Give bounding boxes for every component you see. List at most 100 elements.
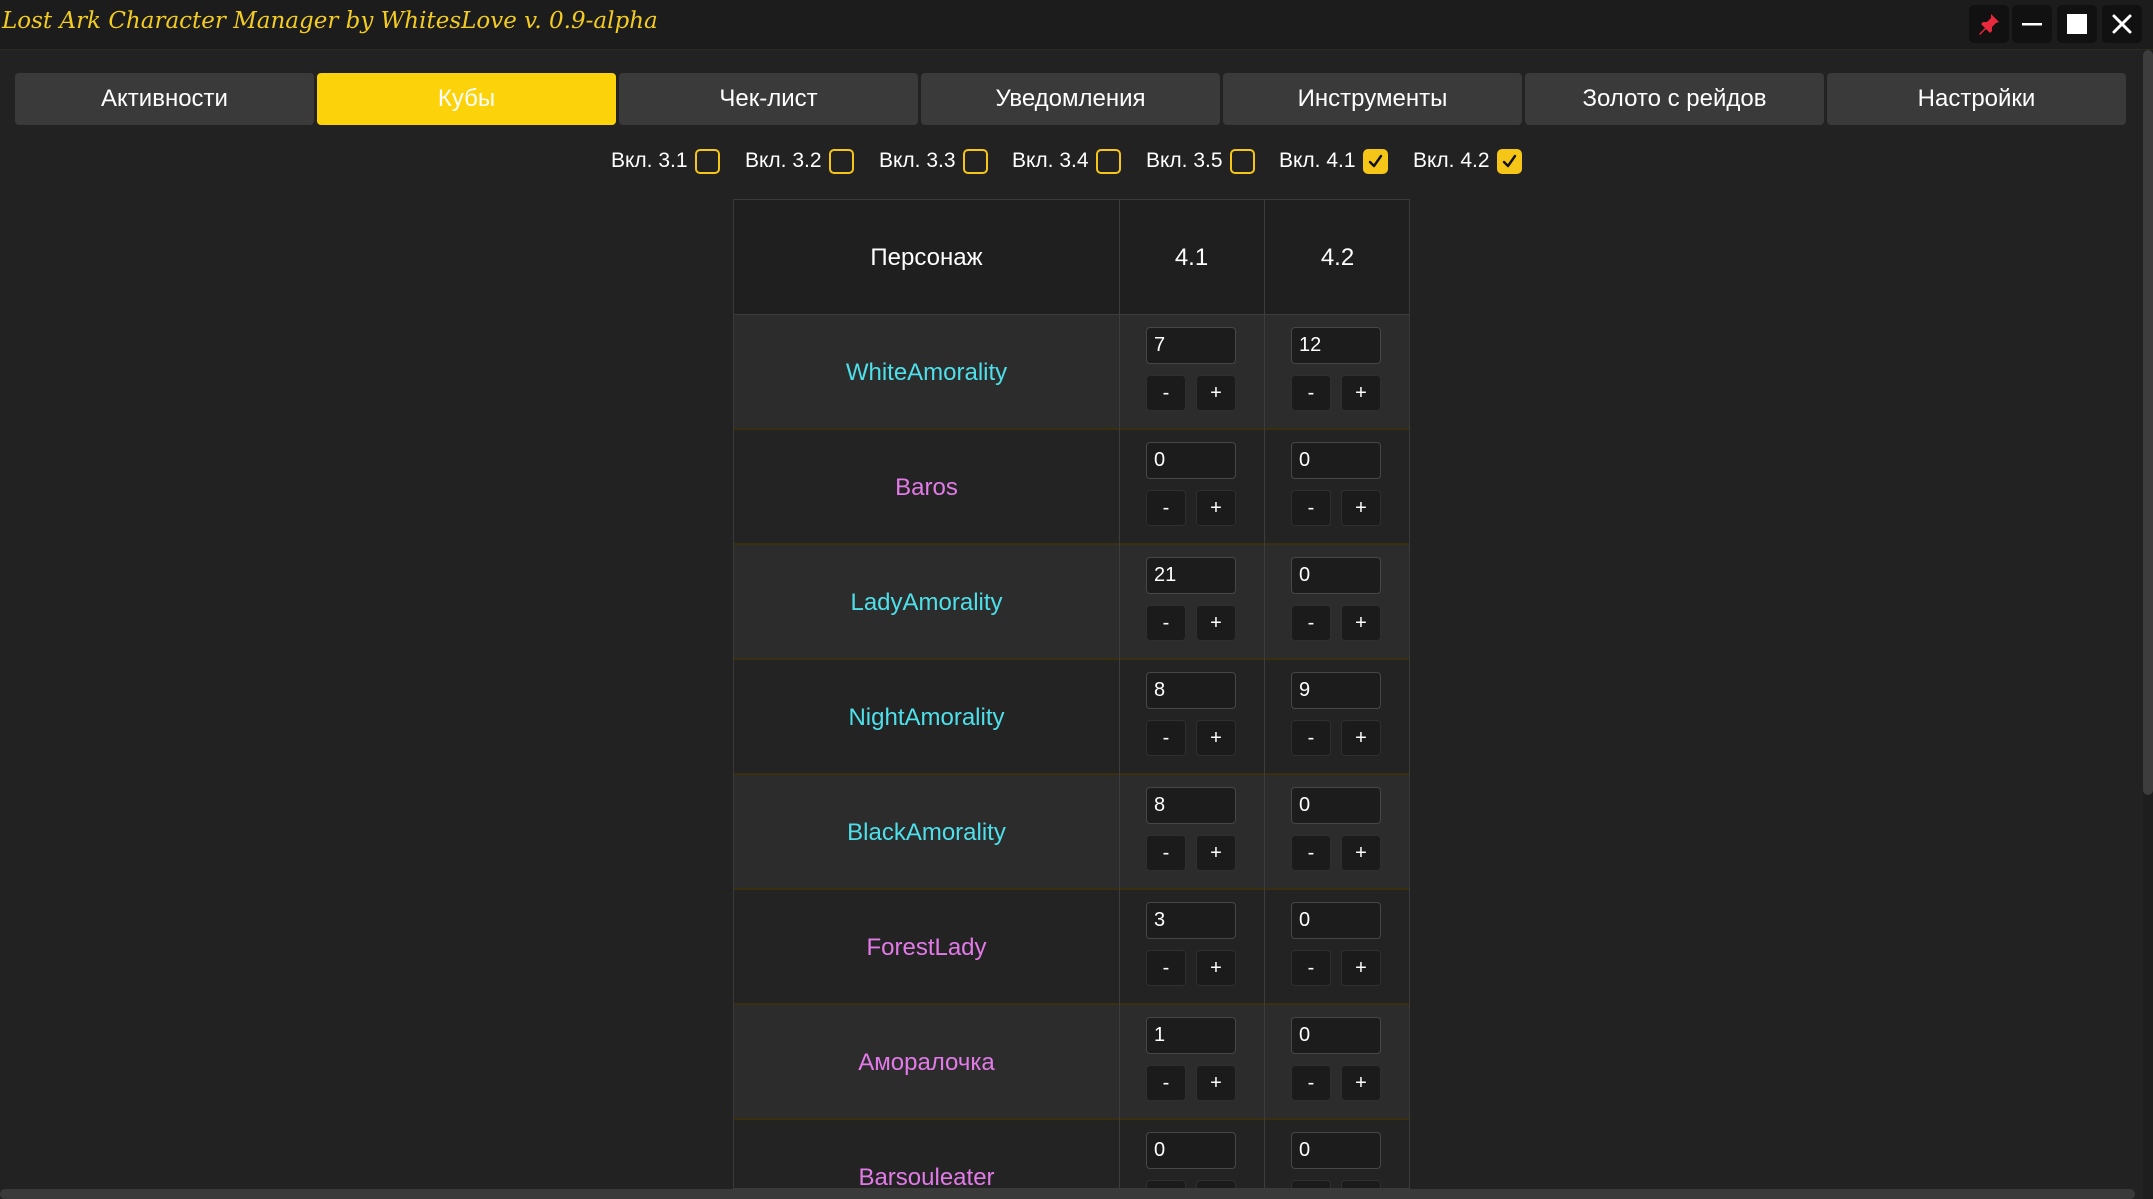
increment-button[interactable]: +: [1196, 605, 1236, 641]
decrement-button[interactable]: -: [1291, 375, 1331, 411]
tab-cubes[interactable]: Кубы: [317, 73, 616, 125]
filter-tier-3-3[interactable]: Вкл. 3.3: [879, 146, 988, 176]
header-tier-4-1: 4.1: [1174, 243, 1209, 271]
decrement-button[interactable]: -: [1291, 835, 1331, 871]
cube-count-input[interactable]: 0: [1291, 787, 1381, 824]
table-row: NightAmorality 8- +9- +: [734, 660, 1409, 775]
filter-tier-3-5[interactable]: Вкл. 3.5: [1146, 146, 1255, 176]
increment-button[interactable]: +: [1196, 720, 1236, 756]
app-title: Lost Ark Character Manager by WhitesLove…: [2, 8, 658, 34]
filter-checkbox[interactable]: [1229, 148, 1255, 174]
increment-button[interactable]: +: [1341, 720, 1381, 756]
filter-label: Вкл. 4.2: [1413, 149, 1490, 172]
tab-notifications[interactable]: Уведомления: [921, 73, 1220, 125]
pin-button[interactable]: [1969, 5, 2009, 43]
cube-count-input[interactable]: 7: [1146, 327, 1236, 364]
filter-label: Вкл. 3.1: [611, 149, 688, 172]
decrement-button[interactable]: -: [1146, 375, 1186, 411]
column-divider: [1264, 200, 1265, 1188]
cube-count-input[interactable]: 0: [1291, 1017, 1381, 1054]
character-name: ForestLady: [866, 933, 987, 961]
filter-checkbox[interactable]: [828, 148, 854, 174]
cube-count-input[interactable]: 0: [1146, 442, 1236, 479]
filter-checkbox[interactable]: [1095, 148, 1121, 174]
filter-checkbox[interactable]: [962, 148, 988, 174]
filter-tier-3-4[interactable]: Вкл. 3.4: [1012, 146, 1121, 176]
decrement-button[interactable]: -: [1291, 605, 1331, 641]
decrement-button[interactable]: -: [1291, 490, 1331, 526]
cube-count-input[interactable]: 3: [1146, 902, 1236, 939]
increment-button[interactable]: +: [1341, 835, 1381, 871]
cube-count-input[interactable]: 0: [1291, 1132, 1381, 1169]
decrement-button[interactable]: -: [1146, 950, 1186, 986]
filter-checkbox[interactable]: [694, 148, 720, 174]
decrement-button[interactable]: -: [1291, 1065, 1331, 1101]
pin-icon: [1979, 14, 1999, 35]
table-row: BlackAmorality 8- +0- +: [734, 775, 1409, 890]
cube-count-input[interactable]: 0: [1291, 557, 1381, 594]
decrement-button[interactable]: -: [1146, 835, 1186, 871]
column-divider: [1119, 200, 1120, 1188]
table-row: Barsouleater 0 - +0 - +: [734, 1120, 1409, 1188]
decrement-button[interactable]: -: [1291, 720, 1331, 756]
cube-count-input[interactable]: 9: [1291, 672, 1381, 709]
maximize-button[interactable]: [2057, 5, 2097, 43]
increment-button[interactable]: +: [1341, 490, 1381, 526]
vertical-scrollbar-thumb[interactable]: [2143, 50, 2153, 795]
increment-button[interactable]: +: [1341, 375, 1381, 411]
filter-checkbox[interactable]: [1362, 148, 1388, 174]
cube-count-input[interactable]: 0: [1291, 902, 1381, 939]
tab-activities[interactable]: Активности: [15, 73, 314, 125]
tab-settings[interactable]: Настройки: [1827, 73, 2126, 125]
increment-button[interactable]: +: [1341, 1065, 1381, 1101]
increment-button[interactable]: +: [1341, 1180, 1381, 1188]
cube-count-input[interactable]: 8: [1146, 672, 1236, 709]
increment-button[interactable]: +: [1341, 605, 1381, 641]
table-header: Персонаж 4.1 4.2: [734, 200, 1409, 315]
filter-label: Вкл. 3.2: [745, 149, 822, 172]
tab-checklist[interactable]: Чек-лист: [619, 73, 918, 125]
character-name: LadyAmorality: [850, 588, 1003, 616]
maximize-icon: [2067, 14, 2087, 34]
decrement-button[interactable]: -: [1146, 1180, 1186, 1188]
filter-tier-3-1[interactable]: Вкл. 3.1: [611, 146, 720, 176]
decrement-button[interactable]: -: [1146, 490, 1186, 526]
title-bar: Lost Ark Character Manager by WhitesLove…: [0, 0, 2153, 50]
filter-tier-4-1[interactable]: Вкл. 4.1: [1279, 146, 1388, 176]
increment-button[interactable]: +: [1196, 490, 1236, 526]
cube-count-input[interactable]: 8: [1146, 787, 1236, 824]
close-button[interactable]: [2102, 5, 2142, 43]
decrement-button[interactable]: -: [1291, 1180, 1331, 1188]
checkmark-icon: [1502, 154, 1516, 167]
horizontal-scrollbar[interactable]: [0, 1189, 2135, 1199]
cube-count-input[interactable]: 0: [1291, 442, 1381, 479]
tab-raid-gold[interactable]: Золото с рейдов: [1525, 73, 1824, 125]
filter-tier-3-2[interactable]: Вкл. 3.2: [745, 146, 854, 176]
increment-button[interactable]: +: [1196, 1065, 1236, 1101]
filter-tier-4-2[interactable]: Вкл. 4.2: [1413, 146, 1522, 176]
filter-label: Вкл. 3.4: [1012, 149, 1089, 172]
increment-button[interactable]: +: [1196, 835, 1236, 871]
cube-count-input[interactable]: 1: [1146, 1017, 1236, 1054]
decrement-button[interactable]: -: [1146, 605, 1186, 641]
tab-tools[interactable]: Инструменты: [1223, 73, 1522, 125]
minimize-button[interactable]: [2012, 5, 2052, 43]
close-icon: [2112, 14, 2132, 34]
cube-count-input[interactable]: 0: [1146, 1132, 1236, 1169]
cube-count-input[interactable]: 21: [1146, 557, 1236, 594]
decrement-button[interactable]: -: [1146, 720, 1186, 756]
decrement-button[interactable]: -: [1146, 1065, 1186, 1101]
cube-count-input[interactable]: 12: [1291, 327, 1381, 364]
filter-checkbox[interactable]: [1496, 148, 1522, 174]
header-character: Персонаж: [870, 243, 983, 271]
character-name: WhiteAmorality: [845, 358, 1008, 386]
decrement-button[interactable]: -: [1291, 950, 1331, 986]
filter-label: Вкл. 3.5: [1146, 149, 1223, 172]
increment-button[interactable]: +: [1196, 950, 1236, 986]
cubes-table: Персонаж 4.1 4.2 WhiteAmorality 7- +12- + Ba…: [733, 199, 1410, 1189]
table-row: Baros 0- +0- +: [734, 430, 1409, 545]
table-row: LadyAmorality 21- +0- +: [734, 545, 1409, 660]
increment-button[interactable]: +: [1341, 950, 1381, 986]
increment-button[interactable]: +: [1196, 375, 1236, 411]
increment-button[interactable]: +: [1196, 1180, 1236, 1188]
